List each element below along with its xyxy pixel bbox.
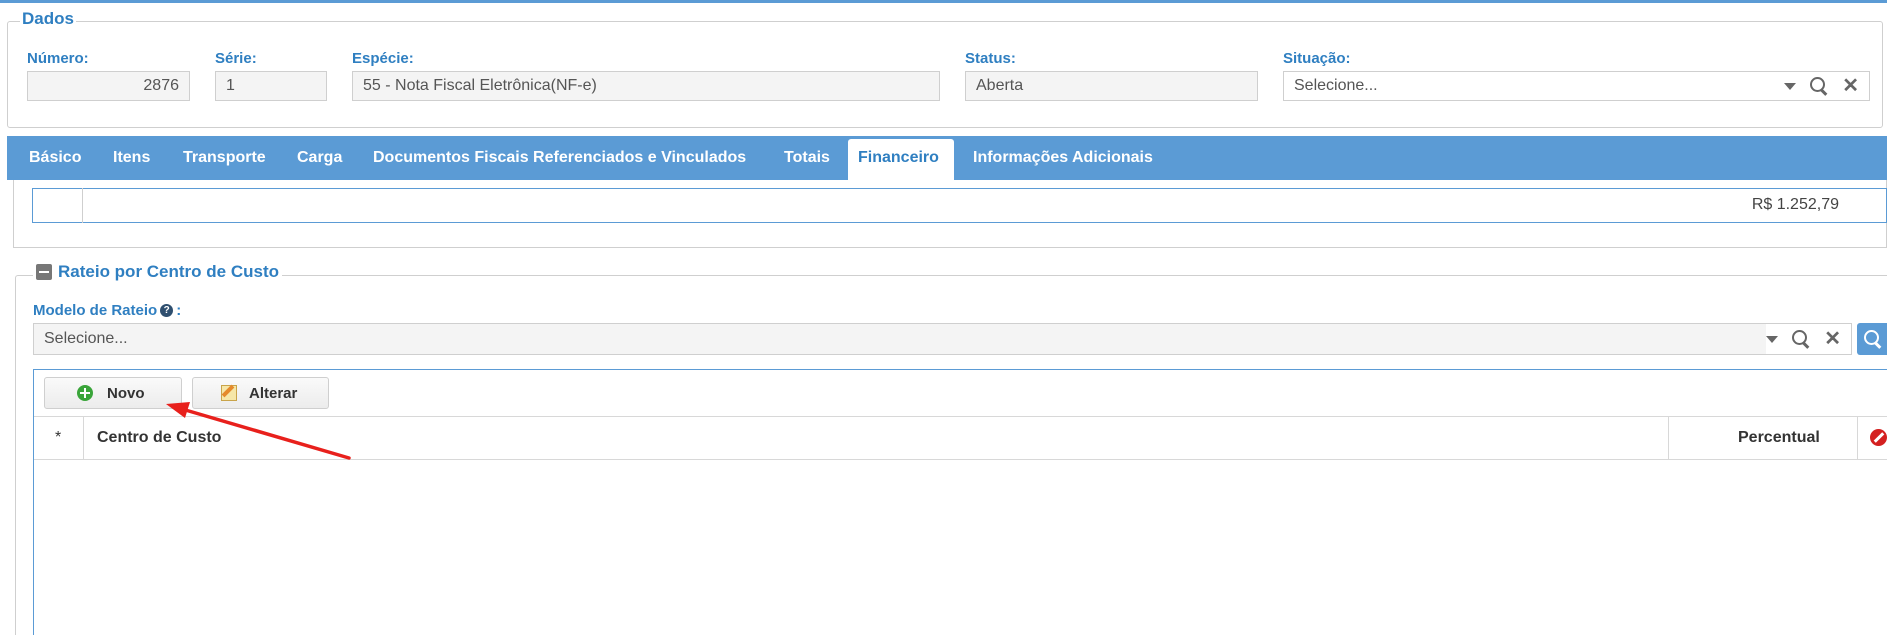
annotation-arrow — [166, 402, 351, 460]
